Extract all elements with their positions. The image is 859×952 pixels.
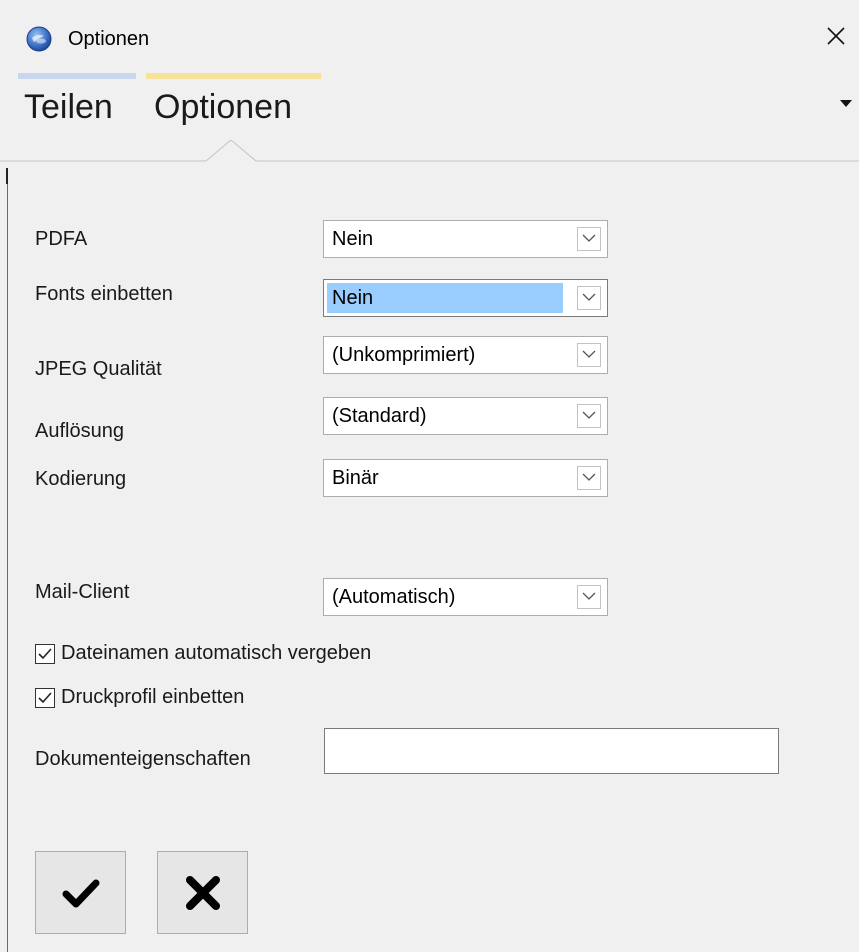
checkbox-checked-icon[interactable] [35, 644, 55, 664]
mail-client-value: (Automatisch) [332, 586, 456, 608]
close-icon[interactable] [822, 22, 850, 50]
auto-filenames-label: Dateinamen automatisch vergeben [61, 642, 372, 664]
jpeg-value: (Unkomprimiert) [332, 344, 476, 366]
resolution-value: (Standard) [332, 405, 427, 427]
ok-button[interactable] [35, 851, 126, 934]
title-bar: Optionen [0, 0, 859, 70]
tab-selection-indicator [0, 140, 859, 162]
embed-print-profile-label: Druckprofil einbetten [61, 686, 245, 708]
encoding-select[interactable]: Binär [323, 459, 608, 497]
window-left-border-mark [6, 168, 8, 184]
chevron-down-icon[interactable] [577, 585, 601, 609]
options-dialog: Optionen Teilen Optionen PDFA Nein Fonts… [0, 0, 859, 952]
tab-optionen-accent [146, 73, 321, 79]
chevron-down-icon[interactable] [577, 227, 601, 251]
checkbox-checked-icon[interactable] [35, 688, 55, 708]
pdfa-label: PDFA [35, 228, 88, 250]
checkmark-icon [62, 879, 99, 907]
resolution-select[interactable]: (Standard) [323, 397, 608, 435]
fonts-label: Fonts einbetten [35, 283, 173, 305]
resolution-label: Auflösung [35, 420, 124, 442]
window-title: Optionen [68, 28, 150, 50]
tab-teilen-accent [18, 73, 136, 79]
fonts-value: Nein [327, 283, 563, 313]
cross-icon [185, 875, 220, 910]
doc-properties-field[interactable] [324, 728, 779, 774]
pdfa-select[interactable]: Nein [323, 220, 608, 258]
jpeg-label: JPEG Qualität [35, 358, 162, 380]
pdfa-value: Nein [332, 228, 374, 250]
window-left-border [7, 168, 8, 952]
chevron-down-icon[interactable] [577, 343, 601, 367]
embed-print-profile-checkbox[interactable]: Druckprofil einbetten [35, 685, 315, 711]
encoding-label: Kodierung [35, 468, 127, 490]
dropdown-caret-icon[interactable] [838, 96, 854, 107]
auto-filenames-checkbox[interactable]: Dateinamen automatisch vergeben [35, 641, 455, 667]
doc-properties-label: Dokumenteigenschaften [35, 748, 251, 770]
fonts-select[interactable]: Nein [323, 279, 608, 317]
mail-client-label: Mail-Client [35, 581, 130, 603]
tab-optionen[interactable]: Optionen [154, 88, 292, 127]
encoding-value: Binär [332, 467, 379, 489]
chevron-down-icon[interactable] [577, 466, 601, 490]
tab-teilen[interactable]: Teilen [24, 88, 113, 127]
mail-client-select[interactable]: (Automatisch) [323, 578, 608, 616]
cancel-button[interactable] [157, 851, 248, 934]
jpeg-select[interactable]: (Unkomprimiert) [323, 336, 608, 374]
chevron-down-icon[interactable] [577, 286, 601, 310]
app-globe-icon [26, 26, 52, 52]
chevron-down-icon[interactable] [577, 404, 601, 428]
